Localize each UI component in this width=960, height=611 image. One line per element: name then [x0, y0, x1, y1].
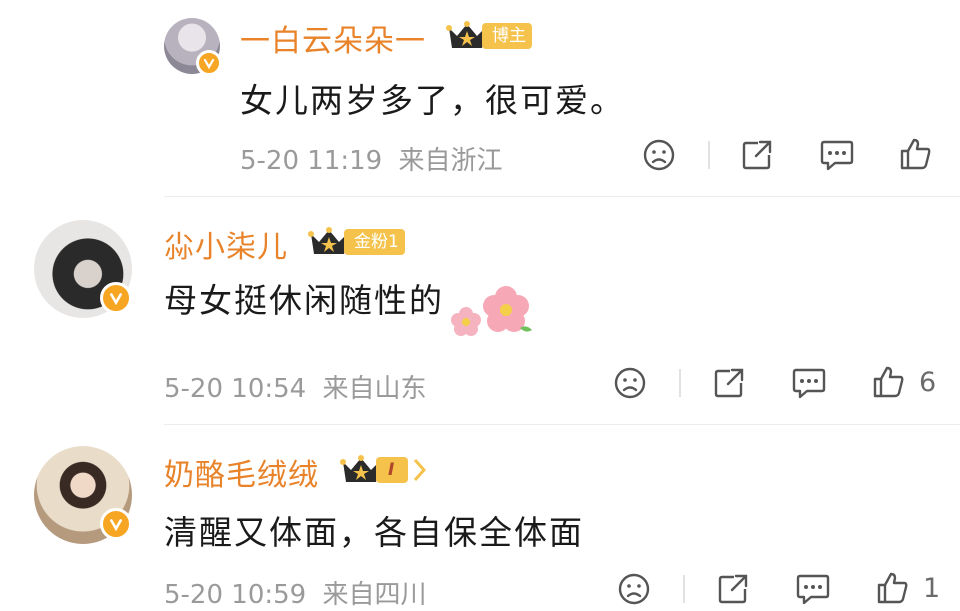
comment-item: 尛小柒儿 金粉1 母女挺休闲随性的 5-20 10:54 来自山东 6 — [0, 196, 960, 422]
comment-button[interactable] — [795, 572, 831, 606]
dislike-button[interactable] — [642, 138, 676, 172]
verified-badge-icon — [100, 508, 132, 540]
comment-button[interactable] — [791, 366, 827, 400]
thumbs-up-icon — [900, 138, 931, 170]
action-divider — [683, 575, 685, 603]
action-divider — [708, 141, 710, 169]
verified-badge-icon — [196, 50, 222, 76]
comment-time: 5-20 10:59 — [164, 580, 307, 610]
user-badge: I — [376, 457, 409, 483]
share-button[interactable] — [712, 366, 746, 400]
share-icon — [718, 574, 748, 604]
thumbs-up-icon — [873, 366, 904, 398]
username[interactable]: 尛小柒儿 — [164, 222, 288, 266]
like-count: 1 — [923, 572, 941, 604]
user-badge: 博主 — [482, 23, 532, 49]
like-count: 6 — [919, 366, 937, 398]
comment-meta: 5-20 10:54 来自山东 — [164, 368, 426, 405]
username[interactable]: 一白云朵朵一 — [240, 16, 426, 60]
like-button[interactable]: 6 — [871, 364, 936, 400]
avatar[interactable] — [34, 446, 132, 544]
sad-face-icon — [614, 367, 646, 399]
dislike-button[interactable] — [613, 366, 647, 400]
share-icon — [714, 368, 744, 398]
comment-text: 清醒又体面，各自保全体面 — [164, 513, 584, 552]
user-badge: 金粉1 — [344, 229, 405, 255]
verified-badge-icon — [100, 282, 132, 314]
avatar[interactable] — [34, 220, 132, 318]
comment-time: 5-20 11:19 — [240, 146, 383, 176]
share-button[interactable] — [740, 138, 774, 172]
comment-meta: 5-20 11:19 来自浙江 — [240, 140, 502, 177]
avatar[interactable] — [164, 18, 222, 76]
comment-time: 5-20 10:54 — [164, 374, 307, 404]
comment-location: 来自山东 — [322, 374, 427, 404]
comment-location: 来自四川 — [322, 580, 427, 610]
username[interactable]: 奶酪毛绒绒 — [164, 450, 319, 494]
comment-location: 来自浙江 — [398, 146, 503, 176]
share-icon — [742, 140, 772, 170]
comment-item: 奶酪毛绒绒 I 清醒又体面，各自保全体面 5-20 10:59 来自四川 1 — [0, 424, 960, 611]
comment-item: 一白云朵朵一 博主 女儿两岁多了，很可爱。 5-20 11:19 来自浙江 — [0, 0, 960, 195]
flower-emoji-icon — [451, 286, 532, 336]
like-button[interactable]: 1 — [875, 570, 940, 606]
chevron-right-icon — [413, 458, 427, 482]
comment-icon — [792, 368, 826, 399]
comment-meta: 5-20 10:59 来自四川 — [164, 574, 426, 611]
like-button[interactable] — [898, 136, 940, 172]
comment-text: 母女挺休闲随性的 — [164, 281, 444, 320]
comment-icon — [820, 140, 854, 171]
comment-icon — [796, 574, 830, 605]
action-divider — [679, 369, 681, 397]
comment-button[interactable] — [819, 138, 855, 172]
share-button[interactable] — [716, 572, 750, 606]
dislike-button[interactable] — [617, 572, 651, 606]
sad-face-icon — [618, 573, 650, 605]
sad-face-icon — [643, 139, 675, 171]
comment-text: 女儿两岁多了，很可爱。 — [240, 81, 625, 120]
thumbs-up-icon — [877, 572, 908, 604]
